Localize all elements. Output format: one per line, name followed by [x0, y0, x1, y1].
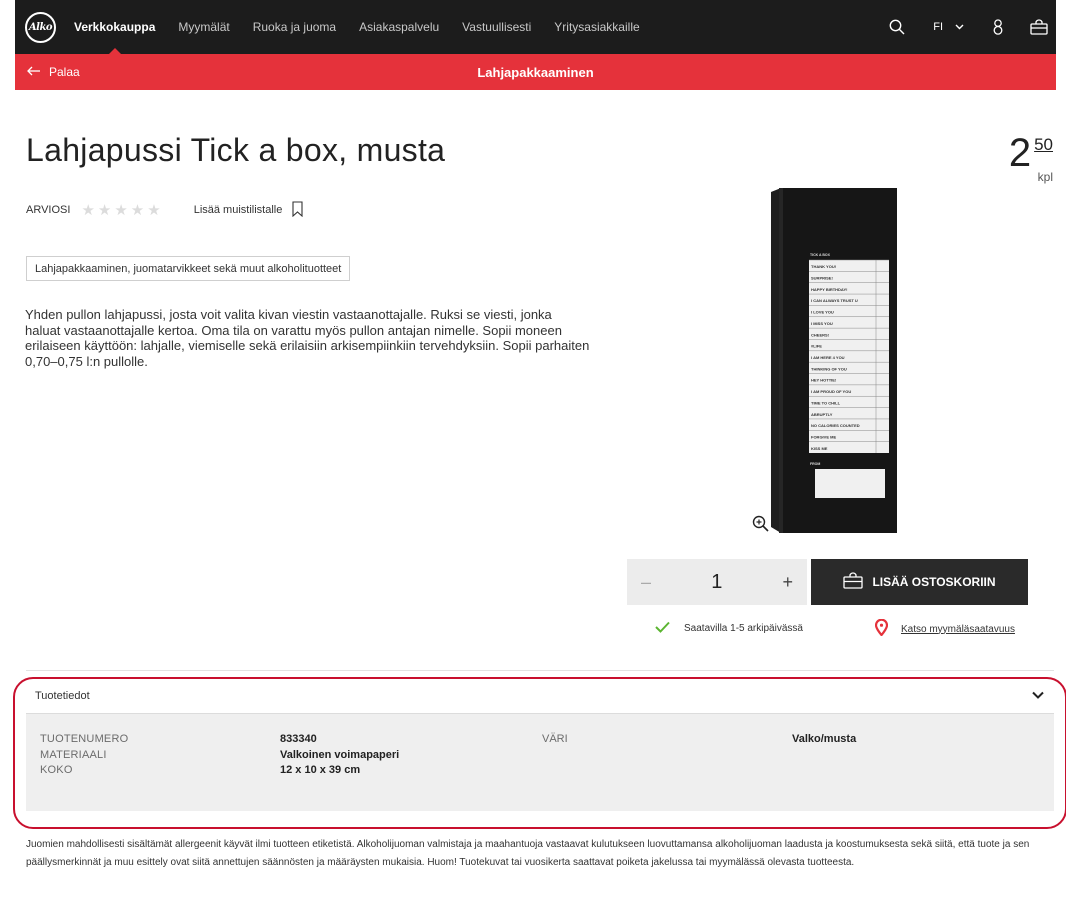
- bag-print-line: NO CALORIES COUNTED: [811, 423, 860, 428]
- legal-disclaimer: Juomien mahdollisesti sisältämät allerge…: [26, 839, 1030, 868]
- product-title: Lahjapussi Tick a box, musta: [26, 132, 446, 168]
- chevron-down-icon: [1032, 690, 1044, 702]
- language-label: FI: [933, 21, 943, 33]
- detail-value: [792, 749, 856, 765]
- star-icon[interactable]: ★: [98, 203, 111, 218]
- nav-vastuullisesti[interactable]: Vastuullisesti: [462, 0, 531, 54]
- bag-print-header: TICK A BOX: [810, 253, 831, 257]
- price-decimals: 50: [1034, 135, 1053, 154]
- nav-ruoka-ja-juoma[interactable]: Ruoka ja juoma: [253, 0, 336, 54]
- user-icon[interactable]: [992, 19, 1004, 35]
- rating-row: ARVIOSI ★ ★ ★ ★ ★ Lisää muistilistalle: [26, 200, 303, 220]
- bag-print-line: I LOVE YOU: [811, 310, 834, 315]
- nav-myymalat[interactable]: Myymälät: [178, 0, 229, 54]
- store-availability-link[interactable]: Katso myymäläsaatavuus: [874, 618, 1015, 639]
- detail-value: [792, 764, 856, 780]
- price-integer: 2: [1008, 131, 1032, 175]
- detail-label: TUOTENUMERO: [40, 733, 129, 745]
- bag-print-line: HEY HOTTIE!: [811, 378, 836, 383]
- wishlist-label: Lisää muistilistalle: [193, 204, 283, 216]
- product-image[interactable]: TICK A BOX THANK YOU! SURPRISE! HAPPY BIRT…: [748, 183, 898, 548]
- product-description: Yhden pullon lahjapussi, josta voit vali…: [25, 307, 590, 369]
- accordion-title: Tuotetiedot: [35, 690, 90, 702]
- bag-print-line: TIME TO CHILL: [811, 400, 841, 405]
- add-to-wishlist-button[interactable]: Lisää muistilistalle: [193, 200, 304, 220]
- nav-verkkokauppa[interactable]: Verkkokauppa: [74, 0, 155, 54]
- top-navigation: Alko Verkkokauppa Myymälät Ruoka ja juom…: [15, 0, 1056, 54]
- store-availability-label: Katso myymäläsaatavuus: [901, 623, 1015, 635]
- page-subheader: Lahjapakkaaminen Palaa: [15, 54, 1056, 90]
- bag-print-line: I AM PROUD OF YOU: [811, 389, 851, 394]
- detail-label: VÄRI: [542, 733, 568, 745]
- star-icon[interactable]: ★: [114, 203, 127, 218]
- bag-print-line: SURPRISE!: [811, 276, 833, 281]
- product-details-panel: TUOTENUMERO 833340 VÄRI Valko/musta MATE…: [26, 713, 1054, 811]
- bag-print-line: I CAN ALWAYS TRUST U: [811, 298, 858, 303]
- delivery-availability: Saatavilla 1-5 arkipäivässä: [655, 621, 803, 636]
- star-icon[interactable]: ★: [81, 203, 94, 218]
- zoom-icon[interactable]: [752, 515, 769, 537]
- increase-quantity-button[interactable]: +: [782, 572, 793, 593]
- detail-label: [542, 764, 792, 780]
- add-to-cart-label: LISÄÄ OSTOSKORIIN: [872, 575, 996, 589]
- product-details-table: TUOTENUMERO 833340 VÄRI Valko/musta MATE…: [40, 733, 856, 780]
- back-label: Palaa: [49, 65, 80, 79]
- star-icon[interactable]: ★: [131, 203, 144, 218]
- quantity-stepper: – 1 +: [627, 559, 807, 605]
- rating-stars[interactable]: ★ ★ ★ ★ ★: [81, 203, 160, 218]
- table-row: MATERIAALI Valkoinen voimapaperi: [40, 749, 856, 765]
- detail-label: [542, 749, 792, 765]
- nav-yritysasiakkaille[interactable]: Yritysasiakkaille: [554, 0, 639, 54]
- header-actions: FI: [889, 0, 1056, 54]
- bag-print-line: I AM HERE 4 YOU: [811, 355, 845, 360]
- add-to-cart-button[interactable]: LISÄÄ OSTOSKORIIN: [811, 559, 1028, 605]
- rating-label: ARVIOSI: [26, 204, 71, 216]
- main-nav: Verkkokauppa Myymälät Ruoka ja juoma Asi…: [74, 0, 663, 54]
- detail-value: Valkoinen voimapaperi: [280, 748, 400, 761]
- shopping-bag-icon: [843, 572, 864, 592]
- bag-print-line: HAPPY BIRTHDAY!: [811, 287, 847, 292]
- availability-text: Saatavilla 1-5 arkipäivässä: [684, 623, 803, 634]
- shopping-bag-icon[interactable]: [1030, 19, 1048, 35]
- page-section-title: Lahjapakkaaminen: [477, 64, 594, 80]
- decrease-quantity-button[interactable]: –: [641, 572, 651, 593]
- bag-print-line: I MISS YOU: [811, 321, 833, 326]
- check-icon: [655, 621, 670, 636]
- nav-asiakaspalvelu[interactable]: Asiakaspalvelu: [359, 0, 439, 54]
- back-link[interactable]: Palaa: [27, 54, 80, 90]
- bag-print-from: FROM: [810, 462, 820, 466]
- location-pin-icon: [874, 618, 889, 639]
- alko-logo[interactable]: Alko: [25, 11, 56, 43]
- bag-print-line: THANK YOU!: [811, 264, 836, 269]
- price-unit: kpl: [1037, 170, 1053, 184]
- detail-value: Valko/musta: [792, 733, 857, 745]
- detail-label: MATERIAALI: [40, 748, 107, 761]
- bag-print-line: CHEERS!: [811, 332, 829, 337]
- detail-value: 833340: [280, 733, 317, 745]
- bag-print-line: THINKING OF YOU: [811, 366, 847, 371]
- search-icon[interactable]: [889, 19, 905, 35]
- star-icon[interactable]: ★: [147, 203, 160, 218]
- table-row: KOKO 12 x 10 x 39 cm: [40, 764, 856, 780]
- detail-label: KOKO: [40, 764, 73, 776]
- category-tag[interactable]: Lahjapakkaaminen, juomatarvikkeet sekä m…: [26, 256, 351, 281]
- divider: [26, 670, 1054, 671]
- detail-value: 12 x 10 x 39 cm: [280, 764, 361, 776]
- product-price: 2 50: [1009, 133, 1053, 173]
- bag-print-line: FORGIVE ME: [811, 434, 836, 439]
- arrow-left-icon: [27, 65, 41, 79]
- chevron-down-icon: [955, 21, 964, 33]
- bag-print-line: #LIFE: [811, 344, 822, 349]
- product-details-accordion-toggle[interactable]: Tuotetiedot: [26, 680, 1054, 712]
- bookmark-icon: [292, 200, 303, 220]
- table-row: TUOTENUMERO 833340 VÄRI Valko/musta: [40, 733, 856, 749]
- quantity-input[interactable]: 1: [711, 571, 722, 594]
- bag-print-line: KISS ME: [811, 446, 828, 451]
- language-selector[interactable]: FI: [933, 21, 964, 33]
- bag-print-line: ABRUPTLY: [811, 412, 833, 417]
